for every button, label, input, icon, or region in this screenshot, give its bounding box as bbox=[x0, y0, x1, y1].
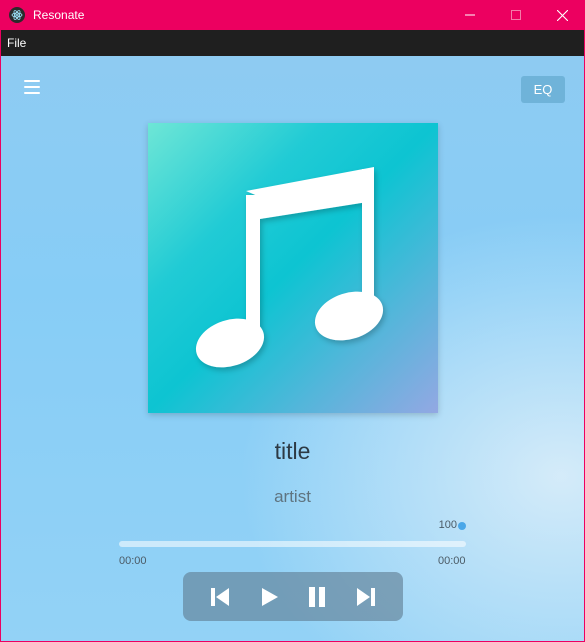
player-view: EQ title artist 100 00:00 00:00 bbox=[1, 56, 584, 641]
pause-button[interactable] bbox=[302, 582, 332, 612]
play-button[interactable] bbox=[254, 582, 284, 612]
album-art bbox=[148, 123, 438, 413]
play-icon bbox=[261, 587, 278, 606]
volume-value: 100 bbox=[438, 519, 457, 531]
close-icon bbox=[556, 9, 568, 21]
title-bar: Resonate bbox=[0, 0, 585, 30]
electron-icon bbox=[9, 7, 25, 23]
volume-slider-handle[interactable] bbox=[458, 522, 466, 530]
track-artist: artist bbox=[274, 487, 311, 506]
previous-button[interactable] bbox=[205, 582, 235, 612]
maximize-button[interactable] bbox=[493, 0, 539, 30]
close-button[interactable] bbox=[539, 0, 585, 30]
eq-button[interactable]: EQ bbox=[521, 76, 565, 103]
current-time: 00:00 bbox=[119, 555, 147, 567]
next-button[interactable] bbox=[351, 582, 381, 612]
track-title: title bbox=[274, 438, 311, 464]
total-time: 00:00 bbox=[438, 555, 466, 567]
menu-item-file[interactable]: File bbox=[1, 36, 26, 50]
minimize-button[interactable] bbox=[447, 0, 493, 30]
window-controls bbox=[447, 0, 585, 30]
menu-bar: File bbox=[1, 30, 584, 56]
progress-bar[interactable] bbox=[119, 541, 466, 547]
window-border bbox=[0, 56, 1, 642]
skip-next-icon bbox=[356, 587, 375, 606]
minimize-icon bbox=[465, 14, 475, 16]
music-note-icon bbox=[195, 167, 384, 368]
playback-controls bbox=[183, 572, 403, 621]
window-title: Resonate bbox=[33, 8, 85, 22]
maximize-icon bbox=[511, 10, 521, 20]
hamburger-icon[interactable] bbox=[24, 80, 40, 94]
skip-previous-icon bbox=[211, 587, 230, 606]
pause-icon bbox=[309, 586, 326, 607]
